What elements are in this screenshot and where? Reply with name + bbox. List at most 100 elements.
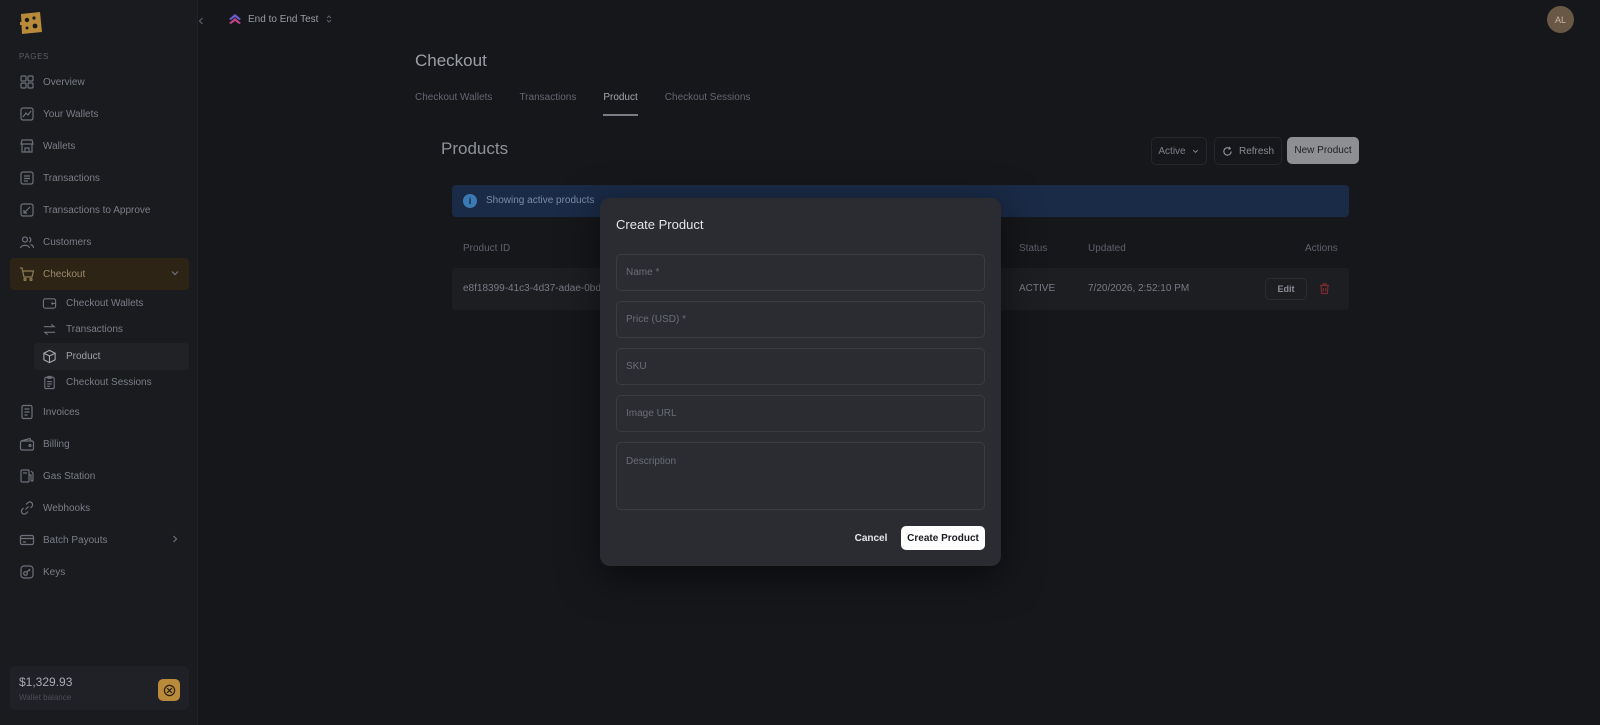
sidebar-item-label: Customers	[43, 236, 92, 248]
sidebar-item-customers[interactable]: Customers	[10, 226, 189, 258]
tab-product[interactable]: Product	[603, 92, 639, 116]
approve-icon	[19, 202, 35, 218]
refresh-icon	[1223, 146, 1232, 156]
sidebar-item-webhooks[interactable]: Webhooks	[10, 492, 189, 524]
sidebar-subitem-label: Checkout Wallets	[66, 297, 144, 309]
wallet-icon	[42, 296, 57, 311]
sidebar-item-label: Overview	[43, 76, 85, 88]
project-name: End to End Test	[248, 13, 319, 25]
app-logo-icon[interactable]	[18, 10, 44, 36]
cell-product-id: e8f18399-41c3-4d37-adae-0bd0	[463, 283, 607, 294]
sidebar-item-label: Webhooks	[43, 502, 91, 514]
chevron-right-icon[interactable]	[169, 533, 181, 545]
column-header-product-id[interactable]: Product ID	[463, 243, 510, 254]
sidebar-item-transactions[interactable]: Transactions	[10, 162, 189, 194]
wallet-coin-icon	[163, 684, 175, 696]
payout-icon	[19, 532, 35, 548]
sidebar-item-label: Invoices	[43, 406, 80, 418]
chevron-updown-icon	[327, 15, 332, 23]
grid-icon	[19, 74, 35, 90]
checkout-submenu: Checkout Wallets Transactions Product Ch…	[10, 290, 189, 396]
cart-icon	[19, 266, 35, 282]
cell-updated: 7/20/2026, 2:52:10 PM	[1088, 283, 1190, 294]
create-product-modal: Create Product Cancel Create Product	[600, 198, 1001, 566]
sidebar-item-label: Keys	[43, 566, 66, 578]
product-price-input[interactable]	[616, 301, 985, 338]
sidebar-item-batch-payouts[interactable]: Batch Payouts	[10, 524, 189, 556]
sidebar-item-checkout[interactable]: Checkout	[10, 258, 189, 290]
status-filter-value: Active	[1158, 145, 1186, 157]
info-icon: i	[463, 194, 477, 208]
sidebar-item-transactions-to-approve[interactable]: Transactions to Approve	[10, 194, 189, 226]
refresh-label: Refresh	[1238, 145, 1274, 157]
sidebar-item-billing[interactable]: Billing	[10, 428, 189, 460]
cell-status: ACTIVE	[1019, 283, 1056, 294]
sidebar-item-label: Your Wallets	[43, 108, 99, 120]
sidebar: PAGES Overview Your Wallets Wallets Tran…	[0, 0, 198, 725]
tab-checkout-sessions[interactable]: Checkout Sessions	[665, 92, 751, 116]
products-heading: Products	[441, 139, 509, 158]
sidebar-subitem-label: Checkout Sessions	[66, 377, 152, 389]
chevron-down-icon	[1192, 149, 1198, 153]
sidebar-item-label: Transactions	[43, 172, 100, 184]
modal-title: Create Product	[616, 217, 704, 232]
column-header-actions: Actions	[1305, 243, 1338, 254]
chevron-down-icon[interactable]	[169, 267, 181, 279]
sidebar-item-label: Wallets	[43, 140, 76, 152]
product-name-input[interactable]	[616, 254, 985, 291]
list-icon	[19, 170, 35, 186]
cancel-button[interactable]: Cancel	[850, 527, 892, 549]
trash-icon[interactable]	[1318, 282, 1331, 295]
sidebar-nav: Overview Your Wallets Wallets Transactio…	[10, 66, 189, 588]
product-sku-input[interactable]	[616, 348, 985, 385]
sidebar-item-label: Batch Payouts	[43, 534, 108, 546]
wallet-balance-amount: $1,329.93	[19, 675, 73, 689]
users-icon	[19, 234, 35, 250]
column-header-status[interactable]: Status	[1019, 243, 1047, 254]
checkout-tabs: Checkout Wallets Transactions Product Ch…	[415, 92, 777, 116]
key-icon	[19, 564, 35, 580]
store-icon	[19, 138, 35, 154]
invoice-icon	[19, 404, 35, 420]
sidebar-subitem-product[interactable]: Product	[34, 343, 189, 370]
wallet-balance-card[interactable]: $1,329.93 Wallet balance	[10, 666, 189, 710]
sidebar-item-overview[interactable]: Overview	[10, 66, 189, 98]
wallet-balance-label: Wallet balance	[19, 693, 72, 702]
swap-icon	[42, 322, 57, 337]
new-product-button[interactable]: New Product	[1287, 137, 1359, 164]
chart-icon	[19, 106, 35, 122]
page-title: Checkout	[415, 51, 487, 70]
box-icon	[42, 349, 57, 364]
wallet-action-button[interactable]	[158, 679, 180, 701]
clipboard-icon	[42, 375, 57, 390]
project-logo-icon	[229, 14, 241, 24]
pages-section-label: PAGES	[19, 52, 49, 61]
sidebar-subitem-label: Transactions	[66, 324, 123, 336]
sidebar-item-wallets[interactable]: Wallets	[10, 130, 189, 162]
project-switcher[interactable]: End to End Test	[228, 11, 334, 27]
refresh-button[interactable]: Refresh	[1214, 137, 1282, 165]
tab-transactions[interactable]: Transactions	[519, 92, 576, 116]
product-image-url-input[interactable]	[616, 395, 985, 432]
billing-icon	[19, 436, 35, 452]
sidebar-item-gas-station[interactable]: Gas Station	[10, 460, 189, 492]
chevron-left-icon	[198, 17, 203, 25]
status-filter-select[interactable]: Active	[1151, 137, 1207, 165]
product-description-input[interactable]	[616, 442, 985, 510]
sidebar-subitem-checkout-wallets[interactable]: Checkout Wallets	[34, 290, 189, 317]
user-avatar[interactable]: AL	[1547, 6, 1574, 33]
sidebar-subitem-label: Product	[66, 350, 101, 362]
tab-checkout-wallets[interactable]: Checkout Wallets	[415, 92, 492, 116]
create-product-button[interactable]: Create Product	[901, 526, 985, 550]
edit-button[interactable]: Edit	[1265, 278, 1307, 300]
sidebar-item-label: Billing	[43, 438, 70, 450]
sidebar-subitem-checkout-sessions[interactable]: Checkout Sessions	[34, 370, 189, 397]
webhook-icon	[19, 500, 35, 516]
column-header-updated[interactable]: Updated	[1088, 243, 1126, 254]
info-banner-text: Showing active products	[486, 195, 595, 206]
sidebar-item-keys[interactable]: Keys	[10, 556, 189, 588]
sidebar-subitem-transactions[interactable]: Transactions	[34, 317, 189, 344]
sidebar-item-invoices[interactable]: Invoices	[10, 396, 189, 428]
sidebar-item-your-wallets[interactable]: Your Wallets	[10, 98, 189, 130]
collapse-sidebar-button[interactable]	[195, 14, 207, 26]
